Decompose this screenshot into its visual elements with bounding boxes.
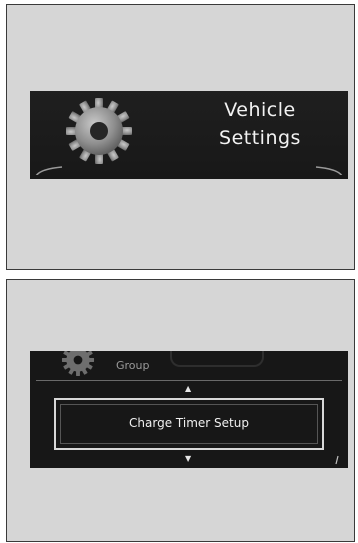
arrow-down-icon[interactable]: ▼ [185,455,191,463]
vehicle-settings-panel: Vehicle Settings [6,4,355,270]
left-corner-decoration [35,166,63,175]
group-divider [36,380,342,381]
vehicle-settings-title-line1: Vehicle [224,99,296,121]
arrow-up-icon[interactable]: ▲ [185,385,191,393]
background-ghost-graphic [170,351,264,367]
group-gear-icon [61,351,95,377]
vehicle-settings-title-line2: Settings [219,127,301,149]
charge-timer-setup-option[interactable]: Charge Timer Setup [54,398,324,450]
scroll-tick [335,455,339,465]
group-label: Group [116,359,150,372]
vehicle-settings-display[interactable]: Vehicle Settings [30,91,348,179]
option-label: Charge Timer Setup [129,416,249,430]
gear-icon [64,96,134,166]
right-corner-decoration [315,166,343,175]
charge-timer-display[interactable]: Group ▲ Charge Timer Setup ▼ [30,351,348,468]
charge-timer-panel: Group ▲ Charge Timer Setup ▼ [6,279,355,542]
